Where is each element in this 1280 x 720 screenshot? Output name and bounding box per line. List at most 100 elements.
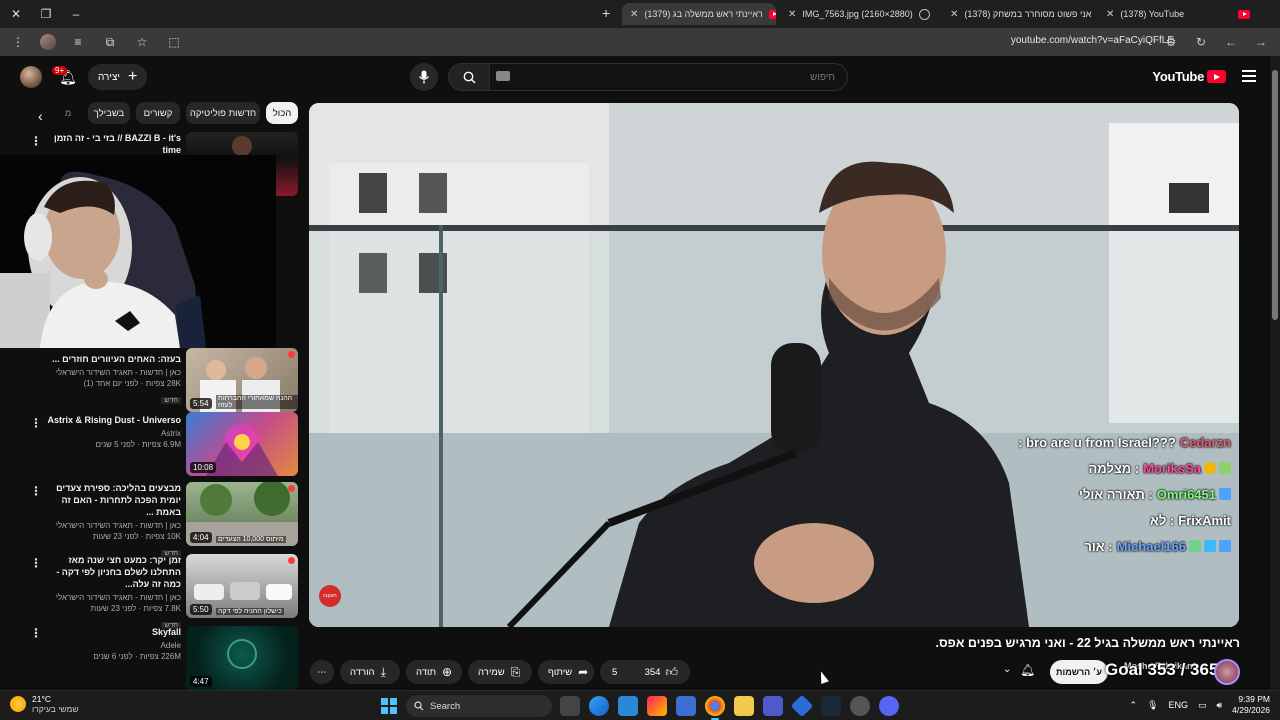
close-tab-icon[interactable]: ✕ xyxy=(1106,9,1114,20)
video-title[interactable]: מבצעים בהליכה: ספירת צעדים יומית הפכה לת… xyxy=(41,482,181,518)
channel-name[interactable]: כאן | חדשות - תאגיד השידור הישראלי xyxy=(41,367,181,378)
video-title[interactable]: Skyfall xyxy=(41,626,181,638)
account-avatar[interactable] xyxy=(20,66,42,88)
task-view-icon[interactable] xyxy=(560,696,580,716)
video-player[interactable]: Cedarzn : bro are u from Israel??? Morik… xyxy=(309,103,1239,627)
chat-username: Cedarzn xyxy=(1179,434,1231,450)
screenshot-icon[interactable]: ⬚ xyxy=(164,32,184,52)
video-title[interactable]: BAZZI B - it's // בזי בי - זה הזמן time xyxy=(41,132,181,156)
tab-video-2[interactable]: ✕ (1378) אני פשוט מסוחרר במשחק xyxy=(942,3,1094,25)
channel-name[interactable]: כאן | חדשות - תאגיד השידור הישראלי xyxy=(41,520,181,531)
close-window-icon[interactable]: ✕ xyxy=(6,4,26,24)
video-title[interactable]: Astrix & Rising Dust - Universo xyxy=(41,414,181,426)
list-item[interactable]: כישלון החניה לפי דקה 5:50 ⋮ זמן יקר: כמע… xyxy=(0,552,305,629)
minimize-window-icon[interactable]: – xyxy=(66,4,86,24)
language-indicator[interactable]: ENG xyxy=(1168,700,1188,710)
logo-text: YouTube xyxy=(1152,69,1204,84)
search-button[interactable] xyxy=(448,63,490,91)
close-tab-icon[interactable]: ✕ xyxy=(788,9,796,20)
scrollbar-thumb[interactable] xyxy=(1272,70,1278,320)
vscode-icon[interactable] xyxy=(790,694,814,718)
tab-youtube[interactable]: ✕ (1378) YouTube xyxy=(1098,3,1258,25)
share-button[interactable]: שיתוף ➦ xyxy=(538,660,594,684)
menu-dots-icon[interactable]: ⋮ xyxy=(8,32,28,52)
teams-icon[interactable] xyxy=(763,696,783,716)
reading-list-icon[interactable]: ≡ xyxy=(68,32,88,52)
close-tab-icon[interactable]: ✕ xyxy=(950,9,958,20)
steam-icon[interactable] xyxy=(821,696,841,716)
new-tab-button[interactable]: + xyxy=(602,5,610,21)
dislike-count[interactable]: 5 xyxy=(612,667,617,678)
voice-search-button[interactable] xyxy=(410,63,438,91)
profile-avatar[interactable] xyxy=(40,34,56,50)
forward-icon[interactable]: ← xyxy=(1222,32,1240,52)
list-item[interactable]: ההנה שמאחורי ההברחות לעזה 5:54 ⋮ בעזה: ה… xyxy=(0,348,305,412)
tab-current-video[interactable]: ✕ (1379) ראיינתי ראש ממשלה בג xyxy=(622,3,776,25)
edge-browser-icon[interactable] xyxy=(589,696,609,716)
thanks-button[interactable]: תודה ⊕ xyxy=(406,660,462,684)
mic-tray-icon[interactable]: 🎙︎ xyxy=(1147,700,1158,711)
more-actions-button[interactable]: ⋯ xyxy=(310,660,334,684)
file-explorer-icon[interactable] xyxy=(734,696,754,716)
site-settings-icon[interactable]: ⚙ xyxy=(1162,32,1180,52)
bookmark-star-icon[interactable]: ☆ xyxy=(132,32,152,52)
close-tab-icon[interactable]: ✕ xyxy=(630,9,638,20)
subscribed-button[interactable]: ע׳ הרשמות xyxy=(1050,660,1108,684)
guide-menu-icon[interactable] xyxy=(1242,68,1256,84)
create-button[interactable]: יצירה + xyxy=(88,64,148,90)
kan-badge-icon xyxy=(288,557,295,564)
chip-for-you[interactable]: בשבילך xyxy=(88,102,130,124)
video-title[interactable]: זמן יקר: כמעט חצי שנה מאז התחלנו לשלם בח… xyxy=(41,554,181,590)
video-title[interactable]: בעזה: האחים העיוורים חוזרים ... xyxy=(41,353,181,365)
kan-badge-icon xyxy=(288,485,295,492)
discord-icon[interactable] xyxy=(879,696,899,716)
notification-count-badge: 9+ xyxy=(52,66,68,75)
video-thumbnail[interactable]: ההנה שמאחורי ההברחות לעזה 5:54 xyxy=(186,348,298,412)
video-thumbnail[interactable]: כישלון החניה לפי דקה 5:50 xyxy=(186,554,298,618)
list-item[interactable]: 4:47 ⋮ Skyfall Adele 226M צפיות · לפני 6… xyxy=(0,624,305,690)
windows-start-icon[interactable] xyxy=(381,698,397,714)
store-icon[interactable] xyxy=(618,696,638,716)
list-item[interactable]: מיתוס 10,000 הצעדים 4:04 ⋮ מבצעים בהליכה… xyxy=(0,480,305,557)
like-button[interactable]: 354 👍︎ xyxy=(645,665,678,680)
keyboard-icon[interactable] xyxy=(496,71,510,81)
weather-widget[interactable]: 21°C שמשי בעיקרו xyxy=(10,694,79,714)
page-scrollbar[interactable] xyxy=(1270,56,1280,690)
thumbnail-caption: מיתוס 10,000 הצעדים xyxy=(216,536,286,543)
chip-related[interactable]: קשורים xyxy=(136,102,180,124)
video-thumbnail[interactable]: 4:47 xyxy=(186,626,298,690)
chrome-icon[interactable] xyxy=(705,696,725,720)
back-icon[interactable]: → xyxy=(1252,32,1270,52)
taskbar-search[interactable]: Search xyxy=(406,695,552,717)
clock[interactable]: 9:39 PM 4/29/2026 xyxy=(1232,694,1270,716)
channel-name[interactable]: כאן | חדשות - תאגיד השידור הישראלי xyxy=(41,592,181,603)
tab-title: (1378) YouTube xyxy=(1120,9,1185,19)
copilot-icon[interactable] xyxy=(647,696,667,716)
download-button[interactable]: הורדה ⤓ xyxy=(340,660,400,684)
extensions-icon[interactable]: ⧉ xyxy=(100,32,120,52)
video-meta: Skyfall Adele 226M צפיות · לפני 6 שנים xyxy=(41,626,181,662)
reload-icon[interactable]: ↻ xyxy=(1192,32,1210,52)
subscription-bell-icon[interactable]: 🔔︎ xyxy=(1020,663,1035,677)
m365-icon[interactable] xyxy=(676,696,696,716)
restore-window-icon[interactable]: ❐ xyxy=(36,4,56,24)
video-thumbnail[interactable]: 10:08 xyxy=(186,412,298,476)
youtube-logo[interactable]: YouTube xyxy=(1152,69,1226,84)
chip-all[interactable]: הכול xyxy=(266,102,298,124)
save-button[interactable]: שמירה ⎘ xyxy=(468,660,532,684)
chevron-down-icon[interactable]: ⌄ xyxy=(1003,664,1011,675)
url-field[interactable]: youtube.com/watch?v=aFaCyiQFfLE xyxy=(1011,35,1174,46)
tab-image[interactable]: ✕ IMG_7563.jpg (2160×2880) xyxy=(780,3,940,25)
list-item[interactable]: 10:08 ⋮ Astrix & Rising Dust - Universo … xyxy=(0,412,305,480)
search-input[interactable] xyxy=(490,63,848,91)
video-thumbnail[interactable]: מיתוס 10,000 הצעדים 4:04 xyxy=(186,482,298,546)
channel-name[interactable]: Adele xyxy=(41,640,181,651)
subscriber-goal-overlay: Goal 353 / 365 xyxy=(1105,660,1219,679)
display-icon[interactable]: ▭ xyxy=(1198,700,1207,711)
volume-icon[interactable]: 🔊︎ xyxy=(1217,700,1223,711)
channel-name[interactable]: Astrix xyxy=(41,428,181,439)
chip-politics-news[interactable]: חדשות פוליטיקה xyxy=(186,102,260,124)
channel-avatar[interactable] xyxy=(1214,659,1240,685)
tray-expand-icon[interactable]: ⌃ xyxy=(1129,700,1137,711)
obs-icon[interactable] xyxy=(850,696,870,716)
